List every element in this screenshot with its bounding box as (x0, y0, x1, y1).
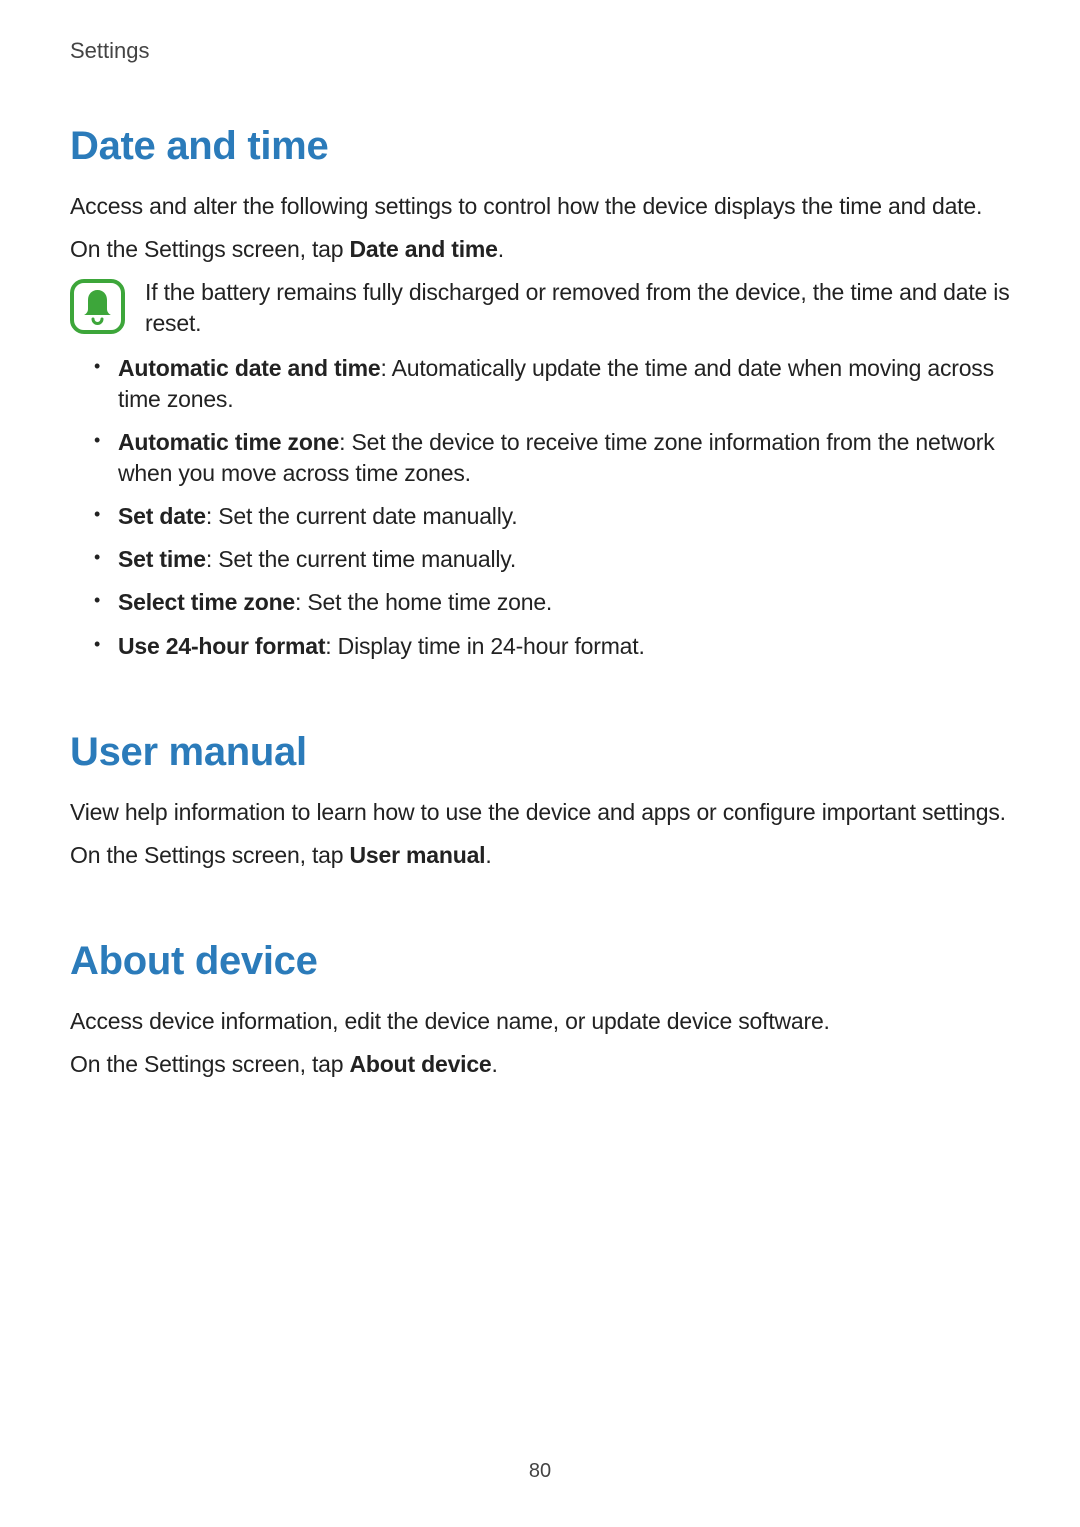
date-time-intro: Access and alter the following settings … (70, 191, 1010, 222)
bell-icon (70, 279, 125, 334)
user-manual-nav-line: On the Settings screen, tap User manual. (70, 840, 1010, 871)
bullet-bold: Select time zone (118, 589, 295, 615)
bullet-item: Automatic time zone: Set the device to r… (90, 427, 1010, 489)
page: Settings Date and time Access and alter … (0, 0, 1080, 1527)
date-time-nav-bold: Date and time (350, 236, 498, 262)
date-time-nav-line: On the Settings screen, tap Date and tim… (70, 234, 1010, 265)
bullet-rest: : Set the home time zone. (295, 589, 552, 615)
bullet-bold: Set date (118, 503, 206, 529)
user-manual-nav-suffix: . (485, 842, 491, 868)
about-device-nav-suffix: . (492, 1051, 498, 1077)
bullet-bold: Use 24-hour format (118, 633, 325, 659)
heading-about-device: About device (70, 939, 1010, 984)
about-device-nav-prefix: On the Settings screen, tap (70, 1051, 350, 1077)
page-number: 80 (0, 1460, 1080, 1483)
date-time-nav-suffix: . (498, 236, 504, 262)
bullet-item: Set date: Set the current date manually. (90, 501, 1010, 532)
note-row: If the battery remains fully discharged … (70, 277, 1010, 339)
date-time-bullets: Automatic date and time: Automatically u… (90, 353, 1010, 661)
about-device-nav-bold: About device (350, 1051, 492, 1077)
note-text: If the battery remains fully discharged … (145, 277, 1010, 339)
heading-date-and-time: Date and time (70, 124, 1010, 169)
user-manual-nav-bold: User manual (350, 842, 486, 868)
bullet-item: Select time zone: Set the home time zone… (90, 587, 1010, 618)
bullet-bold: Automatic time zone (118, 429, 339, 455)
bullet-item: Automatic date and time: Automatically u… (90, 353, 1010, 415)
heading-user-manual: User manual (70, 730, 1010, 775)
bullet-item: Use 24-hour format: Display time in 24-h… (90, 631, 1010, 662)
bullet-bold: Set time (118, 546, 206, 572)
bullet-rest: : Display time in 24-hour format. (325, 633, 644, 659)
date-time-nav-prefix: On the Settings screen, tap (70, 236, 350, 262)
bullet-rest: : Set the current time manually. (206, 546, 516, 572)
about-device-nav-line: On the Settings screen, tap About device… (70, 1049, 1010, 1080)
bullet-rest: : Set the current date manually. (206, 503, 518, 529)
user-manual-nav-prefix: On the Settings screen, tap (70, 842, 350, 868)
user-manual-intro: View help information to learn how to us… (70, 797, 1010, 828)
about-device-intro: Access device information, edit the devi… (70, 1006, 1010, 1037)
bullet-bold: Automatic date and time (118, 355, 381, 381)
running-header: Settings (70, 38, 1010, 64)
bullet-item: Set time: Set the current time manually. (90, 544, 1010, 575)
